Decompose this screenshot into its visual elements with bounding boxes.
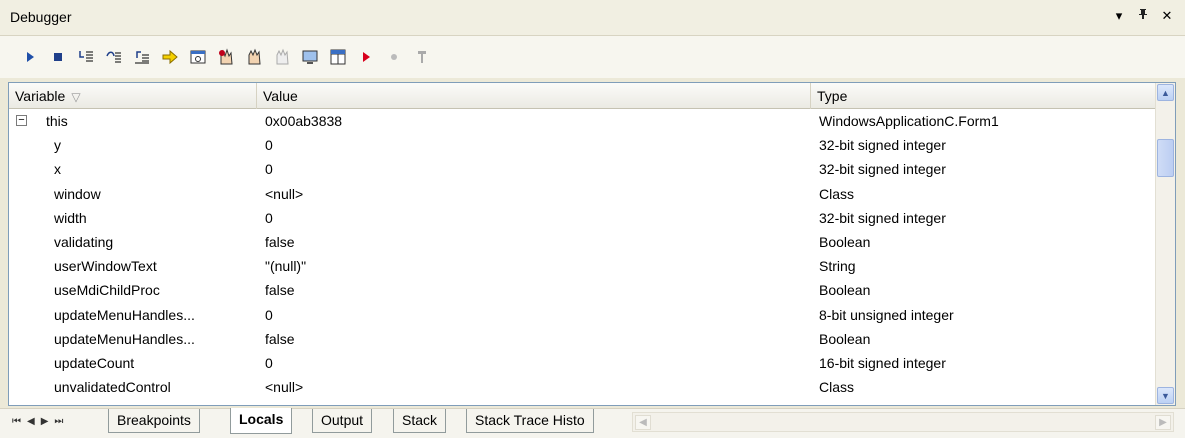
close-icon[interactable]: ✕ xyxy=(1159,8,1175,24)
table-row[interactable]: userWindowText "(null)" String xyxy=(9,254,1157,278)
window-grid-icon[interactable] xyxy=(328,47,348,67)
variable-value: 0 xyxy=(265,306,273,323)
variable-value: 0 xyxy=(265,354,273,371)
variable-name: updateCount xyxy=(54,354,135,371)
screen-icon[interactable] xyxy=(300,47,320,67)
variable-name: updateMenuHandles... xyxy=(54,330,195,347)
variable-value: 0 xyxy=(265,209,273,226)
vertical-scrollbar[interactable]: ▲ ▼ xyxy=(1155,83,1175,405)
pin-icon[interactable] xyxy=(1135,8,1151,24)
grid-rows: − this 0x00ab3838 WindowsApplicationC.Fo… xyxy=(9,109,1157,399)
watch-window-icon[interactable] xyxy=(188,47,208,67)
variable-type: Boolean xyxy=(819,330,871,347)
table-row[interactable]: updateMenuHandles... 0 8-bit unsigned in… xyxy=(9,303,1157,327)
stop-icon[interactable] xyxy=(48,47,68,67)
horizontal-scrollbar[interactable]: ◀ ▶ xyxy=(632,412,1174,432)
variable-name: userWindowText xyxy=(54,258,157,275)
table-row[interactable]: width 0 32-bit signed integer xyxy=(9,206,1157,230)
variable-value: false xyxy=(265,330,295,347)
dot-disabled-icon[interactable] xyxy=(384,47,404,67)
first-tab-icon[interactable]: ⏮ xyxy=(12,416,21,427)
table-row[interactable]: y 0 32-bit signed integer xyxy=(9,133,1157,157)
table-row[interactable]: unvalidatedControl <null> Class xyxy=(9,375,1157,399)
window-buttons: ▾ ✕ xyxy=(1111,8,1175,24)
pin-tool-icon[interactable] xyxy=(412,47,432,67)
column-header-type[interactable]: Type xyxy=(811,83,1157,109)
variable-name: y xyxy=(54,137,61,154)
variable-type: String xyxy=(819,258,856,275)
table-row[interactable]: updateCount 0 16-bit signed integer xyxy=(9,351,1157,375)
variable-type: Class xyxy=(819,185,855,202)
variable-value: false xyxy=(265,282,295,299)
step-out-icon[interactable] xyxy=(132,47,152,67)
locals-grid: Variable ▽ Value Type − this 0x00ab3838 W… xyxy=(8,82,1176,406)
dropdown-icon[interactable]: ▾ xyxy=(1111,8,1127,24)
sort-icon: ▽ xyxy=(71,90,81,104)
tab-breakpoints[interactable]: Breakpoints xyxy=(108,409,200,433)
next-tab-icon[interactable]: ▶ xyxy=(41,416,49,427)
tab-locals[interactable]: Locals xyxy=(230,408,293,434)
variable-name: window xyxy=(54,185,101,202)
tab-output[interactable]: Output xyxy=(312,409,373,433)
step-into-icon[interactable] xyxy=(76,47,96,67)
table-row[interactable]: updateMenuHandles... false Boolean xyxy=(9,327,1157,351)
scroll-down-icon[interactable]: ▼ xyxy=(1157,387,1174,404)
variable-type: Class xyxy=(819,379,855,396)
collapse-icon[interactable]: − xyxy=(16,115,27,126)
variable-type: Boolean xyxy=(819,233,871,250)
variable-value: <null> xyxy=(265,379,304,396)
previous-tab-icon[interactable]: ◀ xyxy=(27,416,35,427)
variable-name: x xyxy=(54,161,61,178)
variable-name: unvalidatedControl xyxy=(54,379,171,396)
scroll-left-icon[interactable]: ◀ xyxy=(635,415,651,430)
title-bar: Debugger ▾ ✕ xyxy=(0,0,1185,36)
table-row[interactable]: validating false Boolean xyxy=(9,230,1157,254)
table-row[interactable]: − this 0x00ab3838 WindowsApplicationC.Fo… xyxy=(9,109,1157,133)
variable-value: "(null)" xyxy=(265,258,307,275)
tab-stack-trace-history[interactable]: Stack Trace Histo xyxy=(466,409,594,433)
tab-bar: ⏮ ◀ ▶ ⏭ Breakpoints Locals Output Stack … xyxy=(0,408,1185,438)
variable-type: 32-bit signed integer xyxy=(819,161,946,178)
breakpoint-hand-icon[interactable] xyxy=(216,47,236,67)
column-header-value[interactable]: Value xyxy=(257,83,811,109)
step-over-icon[interactable] xyxy=(104,47,124,67)
variable-type: 16-bit signed integer xyxy=(819,354,946,371)
window-title: Debugger xyxy=(10,9,72,25)
variable-type: 32-bit signed integer xyxy=(819,137,946,154)
variable-name: validating xyxy=(54,233,114,250)
variable-name: width xyxy=(54,209,87,226)
variable-type: Boolean xyxy=(819,282,871,299)
variable-value: <null> xyxy=(265,185,304,202)
last-tab-icon[interactable]: ⏭ xyxy=(54,416,63,427)
scroll-up-icon[interactable]: ▲ xyxy=(1157,84,1174,101)
play-red-icon[interactable] xyxy=(356,47,376,67)
debug-toolbar xyxy=(0,36,1185,78)
variable-value: 0 xyxy=(265,161,273,178)
variable-type: 32-bit signed integer xyxy=(819,209,946,226)
table-row[interactable]: useMdiChildProc false Boolean xyxy=(9,278,1157,302)
tab-stack[interactable]: Stack xyxy=(393,409,447,433)
continue-icon[interactable] xyxy=(20,47,40,67)
scroll-thumb[interactable] xyxy=(1157,139,1174,177)
variable-type: WindowsApplicationC.Form1 xyxy=(819,113,999,129)
grid-header: Variable ▽ Value Type xyxy=(9,83,1157,109)
variable-name: useMdiChildProc xyxy=(54,282,160,299)
hand-disabled-icon[interactable] xyxy=(272,47,292,67)
variable-name: this xyxy=(46,113,68,129)
variable-value: false xyxy=(265,233,295,250)
variable-type: 8-bit unsigned integer xyxy=(819,306,954,323)
tab-navigation: ⏮ ◀ ▶ ⏭ xyxy=(12,416,63,427)
column-header-variable[interactable]: Variable ▽ xyxy=(9,83,257,109)
table-row[interactable]: x 0 32-bit signed integer xyxy=(9,157,1157,181)
variable-value: 0 xyxy=(265,137,273,154)
variable-value: 0x00ab3838 xyxy=(265,113,343,129)
run-to-cursor-icon[interactable] xyxy=(160,47,180,67)
scroll-right-icon[interactable]: ▶ xyxy=(1155,415,1171,430)
hand-icon[interactable] xyxy=(244,47,264,67)
table-row[interactable]: window <null> Class xyxy=(9,182,1157,206)
variable-name: updateMenuHandles... xyxy=(54,306,195,323)
